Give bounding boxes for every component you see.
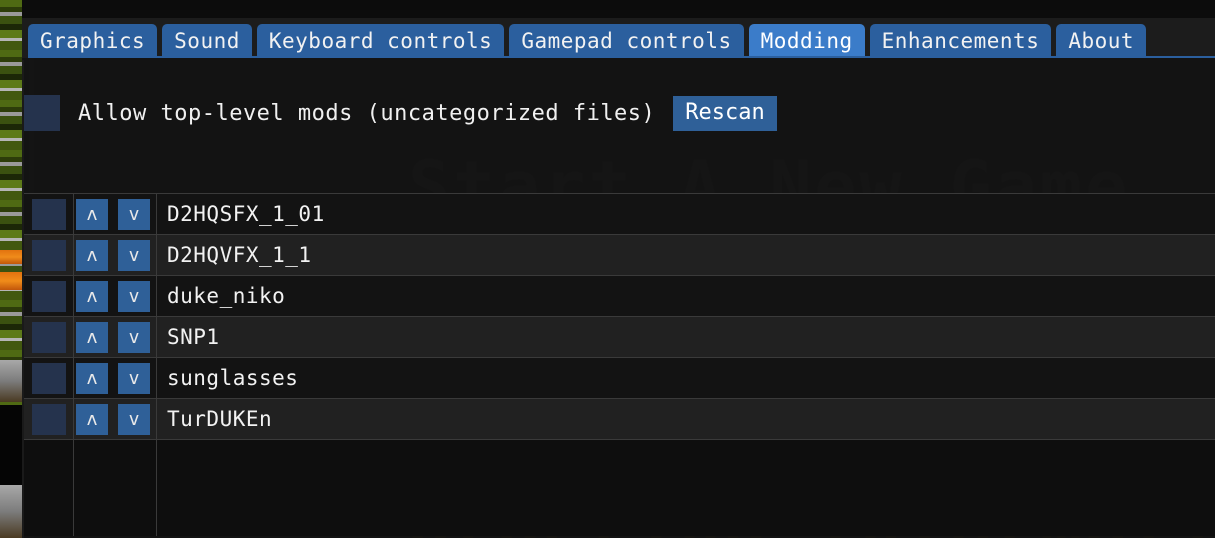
empty-arrow-column — [74, 440, 157, 536]
table-row[interactable]: ʌ v SNP1 — [24, 317, 1215, 358]
screen: Start A New Game Restore A Game Game Opt… — [0, 0, 1215, 538]
tab-gamepad-controls[interactable]: Gamepad controls — [509, 24, 744, 58]
move-up-icon[interactable]: ʌ — [76, 362, 108, 394]
mod-enabled-cell[interactable] — [24, 358, 74, 398]
hud-left-edge — [0, 0, 22, 538]
mod-enabled-cell[interactable] — [24, 235, 74, 275]
mod-reorder-cell[interactable]: ʌ v — [74, 358, 157, 398]
tab-graphics[interactable]: Graphics — [28, 24, 158, 58]
mod-enabled-checkbox[interactable] — [31, 403, 66, 435]
tab-label: Sound — [174, 29, 240, 53]
mod-enabled-checkbox[interactable] — [31, 280, 66, 312]
move-down-icon[interactable]: v — [118, 280, 150, 312]
mod-list-empty-area — [24, 440, 1215, 536]
mod-reorder-cell[interactable]: ʌ v — [74, 399, 157, 439]
tab-keyboard-controls[interactable]: Keyboard controls — [256, 24, 505, 58]
move-down-icon[interactable]: v — [118, 403, 150, 435]
panel-left-gutter — [22, 60, 24, 538]
table-row[interactable]: ʌ v duke_niko — [24, 276, 1215, 317]
table-row[interactable]: ʌ v TurDUKEn — [24, 399, 1215, 440]
mod-name-cell[interactable]: D2HQVFX_1_1 — [157, 235, 1215, 275]
tab-label: About — [1068, 29, 1135, 53]
allow-top-level-mods-checkbox[interactable] — [24, 95, 60, 131]
tab-label: Enhancements — [881, 29, 1040, 53]
mod-enabled-checkbox[interactable] — [31, 239, 66, 271]
move-up-icon[interactable]: ʌ — [76, 239, 108, 271]
settings-window: Graphics Sound Keyboard controls Gamepad… — [22, 0, 1215, 538]
move-down-icon[interactable]: v — [118, 362, 150, 394]
move-up-icon[interactable]: ʌ — [76, 198, 108, 230]
window-top-border — [22, 0, 1215, 18]
tab-bar-underline — [28, 56, 1215, 58]
mod-reorder-cell[interactable]: ʌ v — [74, 194, 157, 234]
move-up-icon[interactable]: ʌ — [76, 280, 108, 312]
mod-enabled-checkbox[interactable] — [31, 362, 66, 394]
tab-label: Gamepad controls — [521, 29, 732, 53]
mod-name-cell[interactable]: TurDUKEn — [157, 399, 1215, 439]
mod-enabled-cell[interactable] — [24, 399, 74, 439]
empty-check-column — [24, 440, 74, 536]
move-down-icon[interactable]: v — [118, 239, 150, 271]
mod-name-cell[interactable]: D2HQSFX_1_01 — [157, 194, 1215, 234]
table-row[interactable]: ʌ v D2HQVFX_1_1 — [24, 235, 1215, 276]
tab-label: Keyboard controls — [268, 29, 493, 53]
tab-label: Graphics — [40, 29, 146, 53]
mod-enabled-checkbox[interactable] — [31, 321, 66, 353]
mod-enabled-cell[interactable] — [24, 194, 74, 234]
table-row[interactable]: ʌ v D2HQSFX_1_01 — [24, 194, 1215, 235]
empty-name-column — [157, 440, 1215, 536]
table-row[interactable]: ʌ v sunglasses — [24, 358, 1215, 399]
move-up-icon[interactable]: ʌ — [76, 321, 108, 353]
tab-about[interactable]: About — [1056, 24, 1147, 58]
tab-modding[interactable]: Modding — [748, 24, 865, 58]
mod-enabled-checkbox[interactable] — [31, 198, 66, 230]
tab-label: Modding — [760, 29, 853, 53]
move-down-icon[interactable]: v — [118, 321, 150, 353]
mod-name-cell[interactable]: sunglasses — [157, 358, 1215, 398]
rescan-button[interactable]: Rescan — [673, 95, 777, 131]
settings-tab-bar[interactable]: Graphics Sound Keyboard controls Gamepad… — [22, 18, 1215, 58]
mod-list-table: ʌ v D2HQSFX_1_01 ʌ v D2HQVFX_1_1 ʌ v duk… — [24, 193, 1215, 538]
move-down-icon[interactable]: v — [118, 198, 150, 230]
mod-reorder-cell[interactable]: ʌ v — [74, 317, 157, 357]
move-up-icon[interactable]: ʌ — [76, 403, 108, 435]
tab-enhancements[interactable]: Enhancements — [869, 24, 1052, 58]
mod-reorder-cell[interactable]: ʌ v — [74, 276, 157, 316]
allow-top-level-mods-row: Allow top-level mods (uncategorized file… — [24, 93, 777, 133]
mod-name-cell[interactable]: SNP1 — [157, 317, 1215, 357]
modding-panel: Allow top-level mods (uncategorized file… — [22, 60, 1215, 538]
tab-sound[interactable]: Sound — [162, 24, 252, 58]
mod-enabled-cell[interactable] — [24, 317, 74, 357]
mod-enabled-cell[interactable] — [24, 276, 74, 316]
mod-name-cell[interactable]: duke_niko — [157, 276, 1215, 316]
allow-top-level-mods-label: Allow top-level mods (uncategorized file… — [78, 100, 656, 126]
mod-reorder-cell[interactable]: ʌ v — [74, 235, 157, 275]
